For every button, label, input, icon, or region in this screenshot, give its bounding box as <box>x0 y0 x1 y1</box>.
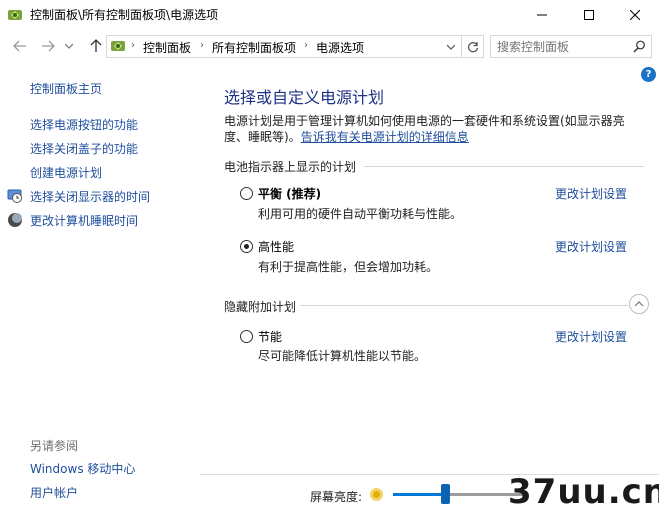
change-plan-settings-link-power-saver[interactable]: 更改计划设置 <box>555 328 627 345</box>
left-link-power-button[interactable]: 选择电源按钮的功能 <box>30 116 138 133</box>
minimize-icon <box>537 14 547 16</box>
close-button[interactable] <box>612 0 658 30</box>
plan-desc-balanced: 利用可用的硬件自动平衡功耗与性能。 <box>258 207 463 221</box>
plan-name-high-performance[interactable]: 高性能 <box>258 238 294 255</box>
monitor-clock-icon <box>7 188 23 204</box>
address-dropdown-button[interactable] <box>440 35 462 58</box>
breadcrumb-separator-icon[interactable]: › <box>200 40 204 51</box>
left-link-user-accounts[interactable]: 用户帐户 <box>30 484 78 501</box>
chevron-down-icon <box>446 44 455 50</box>
breadcrumb-separator-icon[interactable]: › <box>131 40 135 51</box>
breadcrumb-all-items[interactable]: 所有控制面板项 <box>212 39 296 56</box>
chevron-down-icon <box>65 43 73 49</box>
brightness-slider-fill <box>393 493 445 496</box>
control-panel-icon <box>7 7 23 23</box>
breadcrumb-power-options[interactable]: 电源选项 <box>316 39 364 56</box>
forward-button[interactable] <box>38 36 58 56</box>
close-icon <box>630 10 640 20</box>
left-link-sleep-time[interactable]: 更改计算机睡眠时间 <box>30 212 138 229</box>
maximize-button[interactable] <box>566 0 612 30</box>
recent-locations-button[interactable] <box>62 36 76 56</box>
brightness-label: 屏幕亮度: <box>310 490 363 504</box>
maximize-icon <box>584 10 594 20</box>
moon-icon <box>7 212 23 228</box>
change-plan-settings-link-balanced[interactable]: 更改计划设置 <box>555 185 627 202</box>
help-icon[interactable]: ? <box>641 67 656 82</box>
group-header-battery-plans: 电池指示器上显示的计划 <box>224 160 357 174</box>
up-arrow-icon <box>90 39 102 52</box>
change-plan-settings-link-high-performance[interactable]: 更改计划设置 <box>555 238 627 255</box>
left-link-display-off[interactable]: 选择关闭显示器的时间 <box>30 188 150 205</box>
search-box[interactable] <box>490 35 652 58</box>
collapse-toggle-button[interactable] <box>629 294 649 314</box>
control-panel-icon <box>110 38 126 54</box>
breadcrumb-control-panel[interactable]: 控制面板 <box>143 39 191 56</box>
group-divider <box>364 166 644 167</box>
forward-arrow-icon <box>42 40 55 52</box>
search-icon[interactable] <box>633 40 646 56</box>
group-header-hidden-plans: 隐藏附加计划 <box>224 300 297 314</box>
left-link-lid-close[interactable]: 选择关闭盖子的功能 <box>30 140 138 157</box>
plan-desc-power-saver: 尽可能降低计算机性能以节能。 <box>258 349 427 363</box>
refresh-icon <box>467 41 478 52</box>
up-button[interactable] <box>86 36 106 56</box>
learn-more-link[interactable]: 告诉我有关电源计划的详细信息 <box>301 130 469 144</box>
search-input[interactable] <box>491 36 629 57</box>
breadcrumb-separator-icon[interactable]: › <box>304 40 308 51</box>
plan-name-power-saver[interactable]: 节能 <box>258 328 282 345</box>
plan-radio-power-saver[interactable] <box>240 330 253 343</box>
back-arrow-icon <box>13 40 26 52</box>
refresh-button[interactable] <box>462 35 484 58</box>
plan-desc-high-performance: 有利于提高性能，但会增加功耗。 <box>258 260 439 274</box>
back-button[interactable] <box>10 36 30 56</box>
minimize-button[interactable] <box>519 0 565 30</box>
brightness-slider-thumb[interactable] <box>440 484 450 504</box>
plan-name-balanced[interactable]: 平衡 (推荐) <box>258 185 321 202</box>
brightness-icon <box>370 488 383 501</box>
left-link-control-panel-home[interactable]: 控制面板主页 <box>30 80 102 97</box>
plan-radio-balanced[interactable] <box>240 187 253 200</box>
left-link-create-plan[interactable]: 创建电源计划 <box>30 164 102 181</box>
left-link-mobility-center[interactable]: Windows 移动中心 <box>30 460 135 477</box>
window-title: 控制面板\所有控制面板项\电源选项 <box>30 8 219 22</box>
page-title: 选择或自定义电源计划 <box>224 88 385 107</box>
group-divider <box>300 305 628 306</box>
chevron-up-icon <box>634 301 644 307</box>
plan-radio-high-performance[interactable] <box>240 240 253 253</box>
watermark-logo: 37uu.cn <box>508 472 659 512</box>
see-also-heading: 另请参阅 <box>30 439 79 453</box>
page-description: 电源计划是用于管理计算机如何使用电源的一套硬件和系统设置(如显示器亮度、睡眠等)… <box>224 113 644 145</box>
